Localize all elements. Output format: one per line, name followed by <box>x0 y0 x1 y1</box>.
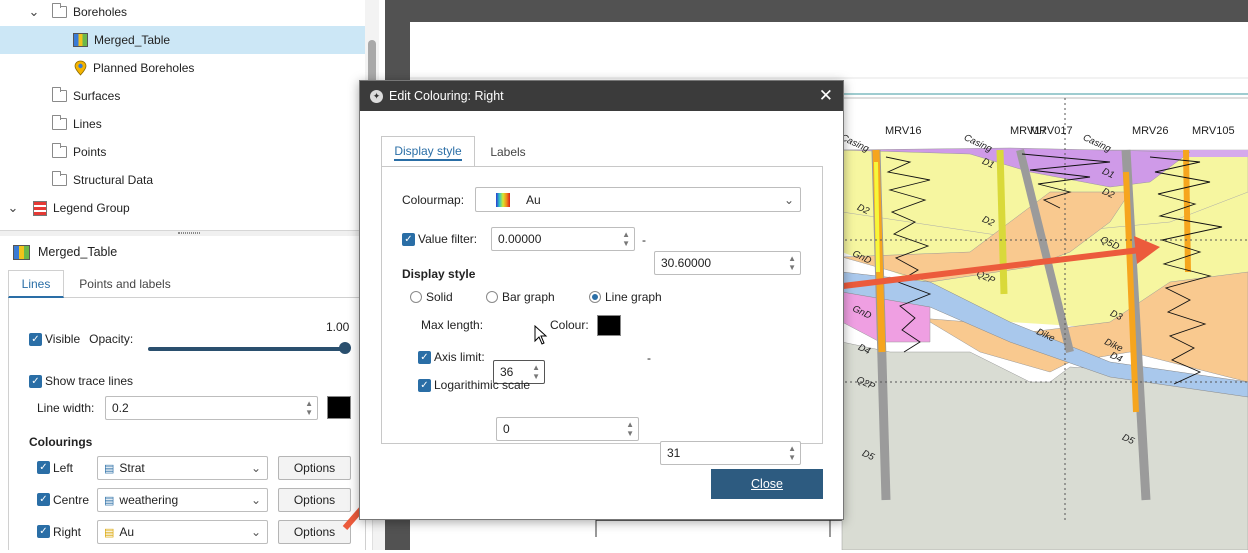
solid-radio-row[interactable]: Solid <box>410 290 453 304</box>
app-logo-icon: ✦ <box>370 89 383 103</box>
max-length-label: Max length: <box>421 318 484 332</box>
button-label: Close <box>751 477 783 491</box>
spin-arrows-icon[interactable]: ▲ ▼ <box>532 363 540 381</box>
dialog-titlebar[interactable]: ✦ Edit Colouring: Right ✕ <box>360 81 843 111</box>
radio-label: Bar graph <box>502 290 555 304</box>
field-value: 30.60000 <box>661 256 712 270</box>
axis-limit-row[interactable]: ✓ Axis limit: <box>418 350 485 364</box>
dialog-title: Edit Colouring: Right <box>389 89 504 103</box>
tab-display-style[interactable]: Display style <box>381 136 475 167</box>
field-value: 31 <box>667 446 681 460</box>
line-graph-radio-row[interactable]: Line graph <box>589 290 662 304</box>
display-style-heading: Display style <box>402 267 476 281</box>
tab-label: Labels <box>490 144 526 159</box>
field-value: 0.00000 <box>498 232 542 246</box>
value-filter-min-field[interactable]: 0.00000 ▲ ▼ <box>491 227 635 251</box>
tab-labels[interactable]: Labels <box>478 136 538 167</box>
bar-graph-radio-row[interactable]: Bar graph <box>486 290 555 304</box>
log-scale-label: Logarithimic scale <box>434 378 531 392</box>
axis-limit-min-field[interactable]: 0 ▲ ▼ <box>496 417 639 441</box>
colour-label: Colour: <box>550 318 589 332</box>
range-separator: - <box>642 233 646 247</box>
log-scale-row[interactable]: ✓ Logarithimic scale <box>418 378 530 392</box>
line-graph-radio[interactable] <box>589 291 601 303</box>
colourmap-label: Colourmap: <box>402 193 465 207</box>
spin-arrows-icon[interactable]: ▲ ▼ <box>626 420 634 438</box>
edit-colouring-dialog: ✦ Edit Colouring: Right ✕ Display style … <box>359 80 844 520</box>
colourmap-value: Au <box>526 192 541 207</box>
spin-arrows-icon[interactable]: ▲ ▼ <box>788 254 796 272</box>
chevron-down-icon: ⌄ <box>783 192 794 207</box>
value-filter-row[interactable]: ✓ Value filter: <box>402 232 477 246</box>
value-filter-checkbox[interactable]: ✓ <box>402 232 415 246</box>
solid-radio[interactable] <box>410 291 422 303</box>
colour-swatch[interactable] <box>597 315 621 336</box>
range-separator: - <box>647 351 651 365</box>
radio-label: Solid <box>426 290 453 304</box>
colourmap-swatch-icon <box>496 192 510 207</box>
colourmap-select[interactable]: Au ⌄ <box>475 187 801 212</box>
field-value: 36 <box>500 365 514 379</box>
close-button[interactable]: Close <box>711 469 823 499</box>
log-scale-checkbox[interactable]: ✓ <box>418 378 431 392</box>
spin-arrows-icon[interactable]: ▲ ▼ <box>788 444 796 462</box>
close-icon[interactable]: ✕ <box>819 86 833 106</box>
axis-limit-checkbox[interactable]: ✓ <box>418 350 431 364</box>
axis-limit-max-field[interactable]: 31 ▲ ▼ <box>660 441 801 465</box>
axis-limit-label: Axis limit: <box>434 350 485 364</box>
field-value: 0 <box>503 422 510 436</box>
spin-arrows-icon[interactable]: ▲ ▼ <box>622 230 630 248</box>
radio-label: Line graph <box>605 290 662 304</box>
tab-label: Display style <box>394 144 462 161</box>
bar-graph-radio[interactable] <box>486 291 498 303</box>
value-filter-label: Value filter: <box>418 232 478 246</box>
value-filter-max-field[interactable]: 30.60000 ▲ ▼ <box>654 251 801 275</box>
arrow-head-icon <box>1134 236 1160 264</box>
mouse-cursor-icon <box>534 325 548 345</box>
